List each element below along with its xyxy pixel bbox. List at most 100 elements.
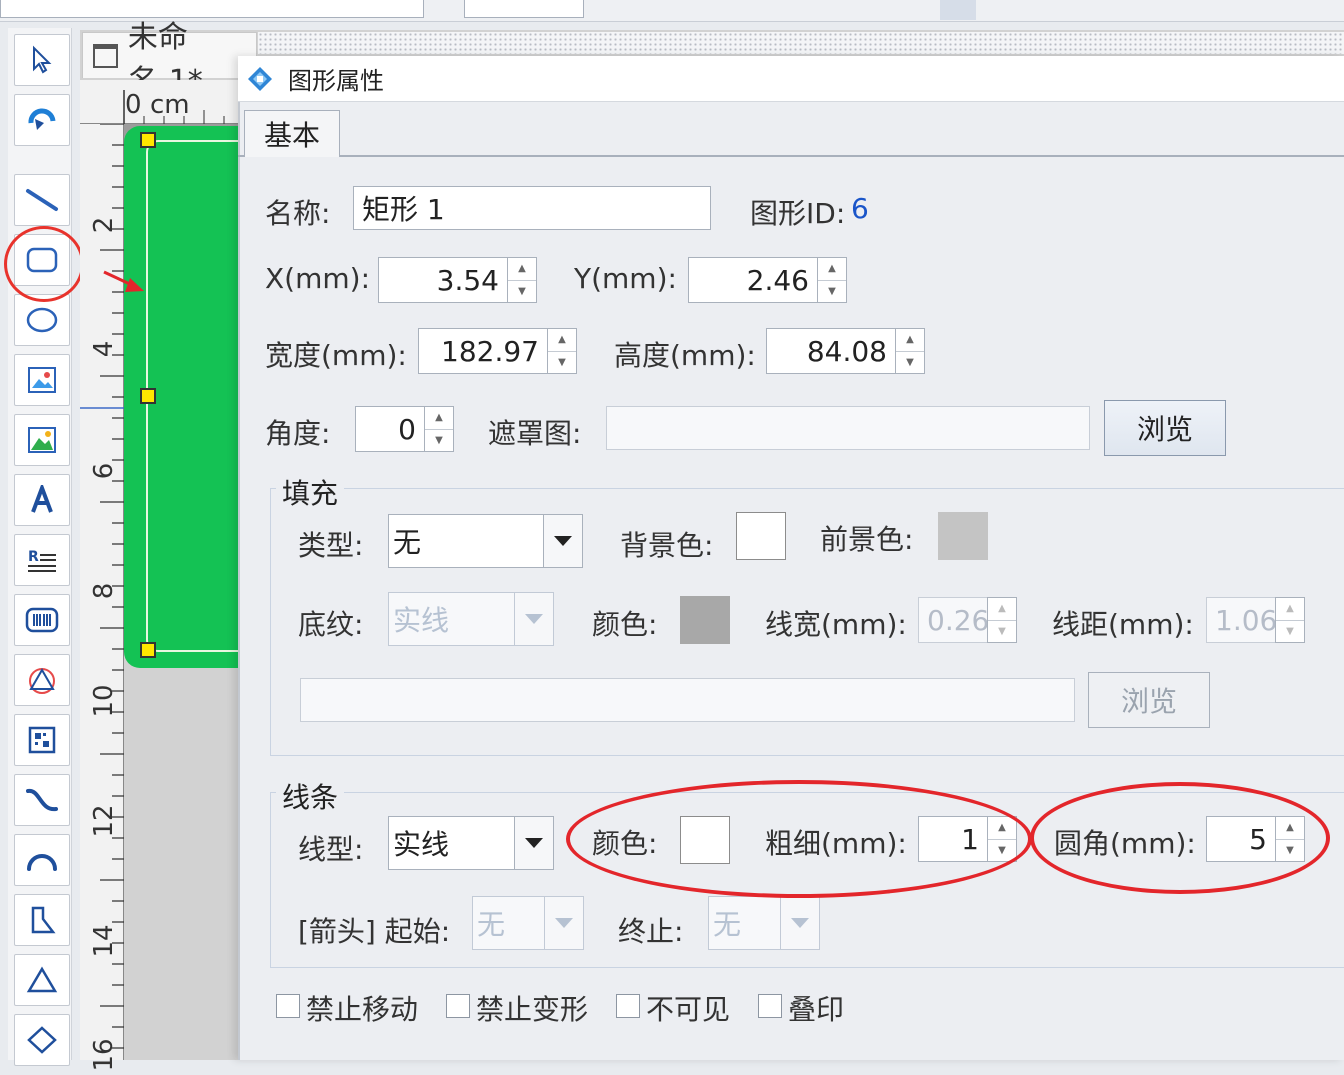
triangle-tool-button[interactable] [14,954,70,1006]
mask-image-path[interactable] [606,406,1090,450]
resize-handle-bottom-left[interactable] [140,642,156,658]
polygon-icon [31,906,56,934]
y-spinner[interactable]: ▲ ▼ [817,257,847,303]
fill-linewidth-spin-down[interactable]: ▼ [988,621,1016,643]
chevron-down-icon[interactable] [543,515,582,567]
line-type-select[interactable]: 实线 [388,816,554,870]
height-spinner[interactable]: ▲ ▼ [895,328,925,374]
arrow-start-select[interactable]: 无 [472,896,584,950]
pattern-color-swatch[interactable] [680,596,730,644]
fill-image-path[interactable] [300,678,1075,722]
x-spin-up[interactable]: ▲ [508,258,536,281]
width-spin-up[interactable]: ▲ [548,329,576,352]
resize-handle-top-left[interactable] [140,132,156,148]
angle-spin-down[interactable]: ▼ [425,430,453,452]
fill-linewidth-spin-up[interactable]: ▲ [988,598,1016,621]
fill-spacing-spin-up[interactable]: ▲ [1276,598,1304,621]
chevron-down-icon[interactable] [514,593,553,645]
chevron-down-icon[interactable] [780,897,819,949]
font-size-field[interactable] [464,0,584,18]
width-input[interactable]: 182.97 [418,328,548,374]
arrow-end-select[interactable]: 无 [708,896,820,950]
name-input[interactable]: 矩形 1 [353,186,711,230]
align-left-button[interactable] [940,0,976,20]
x-input-value: 3.54 [436,263,499,297]
line-type-label: 线型: [298,833,364,866]
ellipse-icon [26,307,58,333]
invisible-checkbox[interactable] [616,994,640,1018]
align-justify-button[interactable] [1108,0,1144,20]
fill-linewidth-input[interactable]: 0.26 [918,597,990,643]
fill-spacing-value: 1.06 [1215,603,1278,637]
arc-tool-button[interactable] [14,834,70,886]
qrcode-tool-button[interactable] [14,714,70,766]
lock-move-checkbox[interactable] [276,994,300,1018]
polygon-tool-button[interactable] [14,894,70,946]
rich-text-tool-button[interactable]: R [14,534,70,586]
ruler-v-label-14: 14 [89,924,119,958]
fill-spacing-spin-down[interactable]: ▼ [1276,621,1304,643]
fill-type-value: 无 [393,526,422,559]
pattern-select[interactable]: 实线 [388,592,554,646]
pattern-value: 实线 [393,604,450,637]
fill-type-select[interactable]: 无 [388,514,583,568]
lock-resize-checkbox[interactable] [446,994,470,1018]
pattern-label: 底纹: [298,608,364,641]
foreground-color-swatch[interactable] [938,512,988,560]
image-tool-button[interactable] [14,354,70,406]
height-spin-down[interactable]: ▼ [896,352,924,374]
document-tab[interactable]: 未命名-1* [82,20,257,99]
shape-combo-tool-button[interactable] [14,654,70,706]
barcode-tool-button[interactable] [14,594,70,646]
overprint-checkbox[interactable] [758,994,782,1018]
mask-label: 遮罩图: [488,417,582,450]
document-icon [93,43,118,68]
lock-move-label: 禁止移动 [306,993,419,1026]
angle-spinner[interactable]: ▲ ▼ [424,406,454,452]
tab-underline [238,155,1344,157]
mask-browse-label: 浏览 [1136,413,1193,446]
fill-spacing-label: 线距(mm): [1052,608,1194,641]
x-spin-down[interactable]: ▼ [508,281,536,303]
fill-spacing-input[interactable]: 1.06 [1206,597,1278,643]
text-tool-button[interactable] [14,474,70,526]
mask-browse-button[interactable]: 浏览 [1104,400,1226,456]
line-tool-button[interactable] [14,174,70,226]
y-spin-up[interactable]: ▲ [818,258,846,281]
angle-input[interactable]: 0 [355,406,425,452]
x-input[interactable]: 3.54 [378,257,508,303]
rotate-tool-button[interactable] [14,94,70,146]
ruler-v-label-12: 12 [89,804,119,838]
background-color-label: 背景色: [620,529,714,562]
background-color-swatch[interactable] [736,512,786,560]
ruler-h-label: 0 [125,90,142,120]
fill-browse-button[interactable]: 浏览 [1088,672,1210,728]
width-spin-down[interactable]: ▼ [548,352,576,374]
align-right-button[interactable] [1052,0,1088,20]
tab-basic[interactable]: 基本 [244,110,340,156]
ruler-unit: cm [150,90,190,120]
highlight-ellipse-color-thickness [566,780,1032,898]
y-input[interactable]: 2.46 [688,257,818,303]
triangle-icon [26,966,58,993]
width-spinner[interactable]: ▲ ▼ [547,328,577,374]
image-library-tool-button[interactable] [14,414,70,466]
x-spinner[interactable]: ▲ ▼ [507,257,537,303]
height-input[interactable]: 84.08 [766,328,896,374]
resize-handle-middle-left[interactable] [140,388,156,404]
y-input-value: 2.46 [746,263,809,297]
select-tool-button[interactable] [14,34,70,86]
align-center-button[interactable] [996,0,1032,20]
chevron-down-icon[interactable] [544,897,583,949]
chevron-down-icon[interactable] [514,817,553,869]
angle-spin-up[interactable]: ▲ [425,407,453,430]
ruler-v-label-16: 16 [89,1038,119,1072]
diamond-tool-button[interactable] [14,1014,70,1066]
height-spin-up[interactable]: ▲ [896,329,924,352]
fill-linewidth-spinner[interactable]: ▲ ▼ [987,597,1017,643]
curve-tool-button[interactable] [14,774,70,826]
fill-spacing-spinner[interactable]: ▲ ▼ [1275,597,1305,643]
y-spin-down[interactable]: ▼ [818,281,846,303]
invisible-label: 不可见 [646,993,731,1026]
fill-linewidth-value: 0.26 [927,603,990,637]
